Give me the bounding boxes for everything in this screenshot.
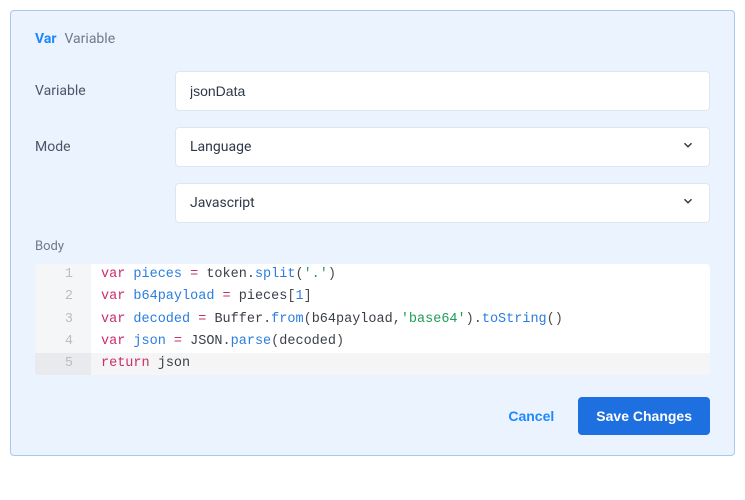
code-line[interactable]: 5return json (35, 353, 710, 375)
code-editor[interactable]: 1var pieces = token.split('.')2var b64pa… (35, 264, 710, 375)
panel-header: Var Variable (35, 31, 710, 47)
chevron-down-icon (681, 138, 695, 156)
line-number: 2 (35, 286, 91, 308)
line-number: 3 (35, 309, 91, 331)
line-number: 4 (35, 331, 91, 353)
code-line[interactable]: 4var json = JSON.parse(decoded) (35, 331, 710, 353)
line-number: 1 (35, 264, 91, 286)
code-line[interactable]: 2var b64payload = pieces[1] (35, 286, 710, 308)
language-select-value: Javascript (190, 195, 255, 211)
cancel-button[interactable]: Cancel (492, 398, 570, 434)
code-content: var b64payload = pieces[1] (91, 286, 312, 308)
variable-label: Variable (35, 83, 175, 99)
variable-input[interactable] (175, 71, 710, 111)
code-content: var json = JSON.parse(decoded) (91, 331, 344, 353)
variable-row: Variable (35, 71, 710, 111)
code-content: var pieces = token.split('.') (91, 264, 336, 286)
code-line[interactable]: 3var decoded = Buffer.from(b64payload,'b… (35, 309, 710, 331)
chevron-down-icon (681, 194, 695, 212)
save-button[interactable]: Save Changes (578, 397, 710, 435)
mode-label: Mode (35, 139, 175, 155)
line-number: 5 (35, 353, 91, 375)
mode-row: Mode Language (35, 127, 710, 167)
variable-editor-panel: Var Variable Variable Mode Language Java… (10, 10, 735, 456)
code-content: var decoded = Buffer.from(b64payload,'ba… (91, 309, 563, 331)
mode-select[interactable]: Language (175, 127, 710, 167)
mode-select-value: Language (190, 139, 251, 155)
code-content: return json (91, 353, 190, 375)
action-bar: Cancel Save Changes (35, 397, 710, 435)
language-select[interactable]: Javascript (175, 183, 710, 223)
header-title: Variable (64, 31, 115, 47)
code-line[interactable]: 1var pieces = token.split('.') (35, 264, 710, 286)
header-tag: Var (35, 31, 56, 47)
body-label: Body (35, 239, 710, 254)
language-row: Javascript (35, 183, 710, 223)
